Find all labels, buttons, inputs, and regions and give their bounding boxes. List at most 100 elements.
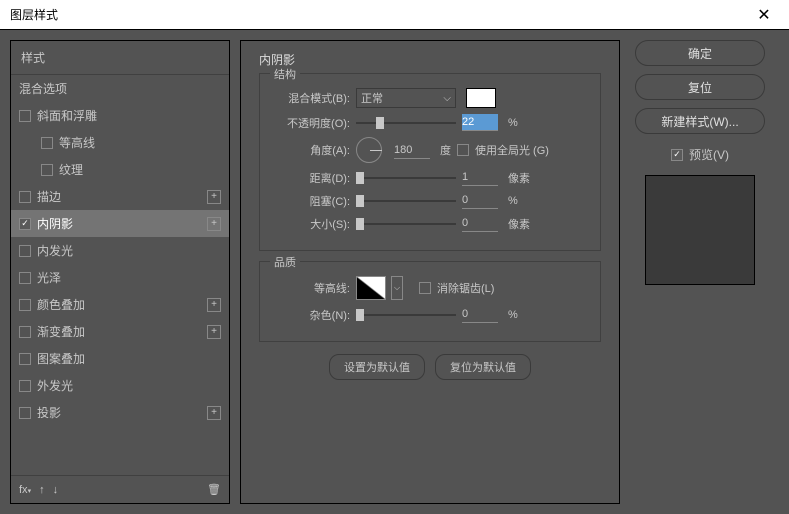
- add-effect-icon[interactable]: +: [207, 190, 221, 204]
- style-item[interactable]: 渐变叠加 +: [11, 318, 229, 345]
- noise-label: 杂色(N):: [272, 307, 350, 323]
- blend-mode-label: 混合模式(B):: [272, 90, 350, 106]
- distance-input[interactable]: [462, 169, 498, 186]
- cancel-button[interactable]: 复位: [635, 74, 765, 100]
- style-checkbox[interactable]: [19, 299, 31, 311]
- size-input[interactable]: [462, 215, 498, 232]
- choke-input[interactable]: [462, 192, 498, 209]
- contour-dropdown-icon[interactable]: ⌵: [391, 276, 403, 300]
- structure-fieldset: 结构 混合模式(B): 正常 不透明度(O): % 角度(A): 度 使用全局光…: [259, 73, 601, 251]
- blending-options-label: 混合选项: [19, 80, 67, 97]
- opacity-label: 不透明度(O):: [272, 115, 350, 131]
- style-item-label: 等高线: [59, 134, 95, 151]
- add-effect-icon[interactable]: +: [207, 298, 221, 312]
- size-label: 大小(S):: [272, 216, 350, 232]
- move-down-icon[interactable]: ↓: [53, 484, 59, 496]
- style-item[interactable]: 内阴影+: [11, 210, 229, 237]
- trash-icon[interactable]: 🗑: [207, 483, 221, 496]
- contour-label: 等高线:: [272, 280, 350, 296]
- make-default-button[interactable]: 设置为默认值: [329, 354, 425, 380]
- distance-slider[interactable]: [356, 171, 456, 185]
- style-item[interactable]: 颜色叠加+: [11, 291, 229, 318]
- style-item-label: 渐变叠加: [37, 323, 85, 340]
- angle-dial[interactable]: [356, 137, 382, 163]
- distance-unit: 像素: [508, 170, 530, 186]
- new-style-button[interactable]: 新建样式(W)...: [635, 108, 765, 134]
- style-item-label: 纹理: [59, 161, 83, 178]
- style-item[interactable]: 内发光: [11, 237, 229, 264]
- opacity-input[interactable]: [462, 114, 498, 131]
- style-checkbox[interactable]: [19, 353, 31, 365]
- style-checkbox[interactable]: [19, 218, 31, 230]
- right-column: 确定 复位 新建样式(W)... 预览(V): [630, 40, 770, 504]
- preview-box: [645, 175, 755, 285]
- global-light-checkbox[interactable]: [457, 144, 469, 156]
- opacity-unit: %: [508, 117, 518, 129]
- antialias-checkbox[interactable]: [419, 282, 431, 294]
- contour-picker[interactable]: [356, 276, 386, 300]
- style-item[interactable]: 等高线: [11, 129, 229, 156]
- choke-label: 阻塞(C):: [272, 193, 350, 209]
- style-item[interactable]: 光泽: [11, 264, 229, 291]
- sidebar-title: 样式: [11, 41, 229, 75]
- color-swatch[interactable]: [466, 88, 496, 108]
- styles-sidebar: 样式 混合选项 斜面和浮雕等高线纹理描边+内阴影+内发光光泽颜色叠加+渐变叠加+…: [10, 40, 230, 504]
- add-effect-icon[interactable]: +: [207, 406, 221, 420]
- angle-unit: 度: [440, 142, 451, 158]
- style-item[interactable]: 外发光: [11, 372, 229, 399]
- style-item[interactable]: 斜面和浮雕: [11, 102, 229, 129]
- size-unit: 像素: [508, 216, 530, 232]
- move-up-icon[interactable]: ↑: [39, 484, 45, 496]
- style-checkbox[interactable]: [19, 326, 31, 338]
- choke-unit: %: [508, 195, 518, 207]
- style-item-label: 内发光: [37, 242, 73, 259]
- angle-label: 角度(A):: [272, 142, 350, 158]
- reset-default-button[interactable]: 复位为默认值: [435, 354, 531, 380]
- style-checkbox[interactable]: [19, 272, 31, 284]
- blend-mode-select[interactable]: 正常: [356, 88, 456, 108]
- preview-label: 预览(V): [689, 146, 729, 163]
- window-title: 图层样式: [10, 6, 58, 23]
- style-item-label: 外发光: [37, 377, 73, 394]
- style-checkbox[interactable]: [19, 245, 31, 257]
- style-item-label: 投影: [37, 404, 61, 421]
- preview-checkbox[interactable]: [671, 149, 683, 161]
- distance-label: 距离(D):: [272, 170, 350, 186]
- title-bar: 图层样式 ✕: [0, 0, 789, 30]
- style-checkbox[interactable]: [41, 137, 53, 149]
- noise-slider[interactable]: [356, 308, 456, 322]
- style-item-label: 描边: [37, 188, 61, 205]
- antialias-label: 消除锯齿(L): [437, 280, 494, 296]
- panel-title: 内阴影: [259, 51, 601, 68]
- angle-input[interactable]: [394, 142, 430, 159]
- noise-input[interactable]: [462, 306, 498, 323]
- styles-list: 混合选项 斜面和浮雕等高线纹理描边+内阴影+内发光光泽颜色叠加+渐变叠加+图案叠…: [11, 75, 229, 475]
- style-checkbox[interactable]: [41, 164, 53, 176]
- close-icon[interactable]: ✕: [749, 1, 779, 29]
- style-checkbox[interactable]: [19, 407, 31, 419]
- opacity-slider[interactable]: [356, 116, 456, 130]
- blending-options-item[interactable]: 混合选项: [11, 75, 229, 102]
- style-item-label: 光泽: [37, 269, 61, 286]
- size-slider[interactable]: [356, 217, 456, 231]
- style-item-label: 斜面和浮雕: [37, 107, 97, 124]
- quality-legend: 品质: [270, 254, 300, 270]
- style-item[interactable]: 投影 +: [11, 399, 229, 426]
- structure-legend: 结构: [270, 66, 300, 82]
- noise-unit: %: [508, 309, 518, 321]
- content: 样式 混合选项 斜面和浮雕等高线纹理描边+内阴影+内发光光泽颜色叠加+渐变叠加+…: [0, 30, 789, 514]
- style-checkbox[interactable]: [19, 380, 31, 392]
- style-item[interactable]: 纹理: [11, 156, 229, 183]
- ok-button[interactable]: 确定: [635, 40, 765, 66]
- style-item[interactable]: 图案叠加: [11, 345, 229, 372]
- style-checkbox[interactable]: [19, 191, 31, 203]
- style-checkbox[interactable]: [19, 110, 31, 122]
- quality-fieldset: 品质 等高线: ⌵ 消除锯齿(L) 杂色(N): %: [259, 261, 601, 342]
- global-light-label: 使用全局光 (G): [475, 142, 549, 158]
- sidebar-footer: fx▾ ↑ ↓ 🗑: [11, 475, 229, 503]
- add-effect-icon[interactable]: +: [207, 217, 221, 231]
- style-item[interactable]: 描边 +: [11, 183, 229, 210]
- add-effect-icon[interactable]: +: [207, 325, 221, 339]
- choke-slider[interactable]: [356, 194, 456, 208]
- fx-menu-icon[interactable]: fx▾: [19, 484, 31, 496]
